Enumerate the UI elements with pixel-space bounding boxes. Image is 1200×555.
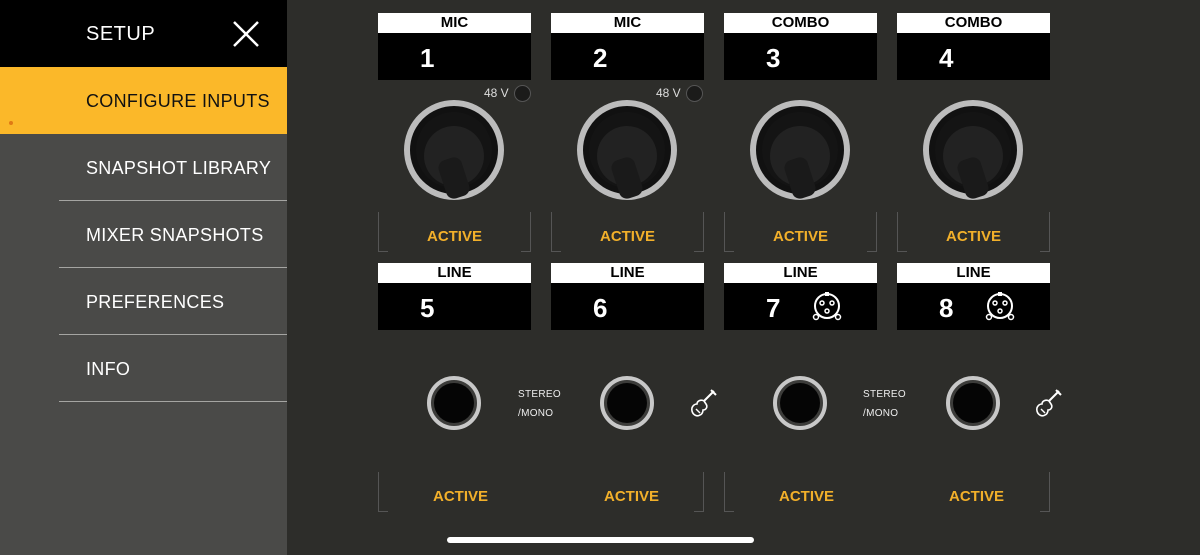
xlr-connector-icon bbox=[985, 292, 1015, 321]
sidebar-item-configure-inputs[interactable]: CONFIGURE INPUTS bbox=[0, 67, 287, 134]
mode-label-line2: /MONO bbox=[518, 408, 554, 419]
home-indicator[interactable] bbox=[447, 537, 754, 543]
selection-indicator bbox=[9, 121, 13, 125]
channel-number: 6 bbox=[593, 293, 608, 323]
channel-number-box: 1 bbox=[378, 33, 531, 80]
sidebar-item-label: PREFERENCES bbox=[86, 292, 225, 312]
frame-corner bbox=[378, 472, 388, 512]
sidebar-title: SETUP bbox=[86, 23, 156, 45]
status-text: ACTIVE bbox=[426, 228, 482, 245]
channel-card-8[interactable]: LINE 8 bbox=[897, 263, 1050, 330]
channel-number: 8 bbox=[939, 293, 954, 323]
line-jack-6[interactable] bbox=[599, 375, 655, 431]
channel-number-box: 6 bbox=[551, 283, 704, 330]
channel-card-3[interactable]: COMBO 3 bbox=[724, 13, 877, 80]
line-jack-8[interactable] bbox=[945, 375, 1001, 431]
channel-type-label: MIC bbox=[378, 13, 531, 33]
xlr-combo-connector-2[interactable] bbox=[575, 100, 679, 204]
sidebar-item-label: SNAPSHOT LIBRARY bbox=[86, 158, 272, 178]
channel-number-box: 3 bbox=[724, 33, 877, 80]
xlr-combo-connector-4[interactable] bbox=[921, 100, 1025, 204]
channel-card-6[interactable]: LINE 6 bbox=[551, 263, 704, 330]
xlr-connector-icon bbox=[812, 292, 842, 321]
sidebar-header: SETUP bbox=[0, 0, 287, 67]
phantom-power-toggle-2[interactable] bbox=[686, 85, 703, 102]
channel-card-1[interactable]: MIC 1 bbox=[378, 13, 531, 80]
channel-card-7[interactable]: LINE 7 bbox=[724, 263, 877, 330]
xlr-combo-connector-3[interactable] bbox=[748, 100, 852, 204]
inputs-panel: MIC 1 MIC 2 COMBO 3 COMBO 4 48 V 48 V AC… bbox=[287, 0, 1200, 555]
line-status-7[interactable]: ACTIVE bbox=[779, 488, 834, 505]
frame-corner bbox=[1040, 472, 1050, 512]
mode-label-line1: STEREO bbox=[863, 389, 906, 400]
sidebar-item-label: MIXER SNAPSHOTS bbox=[86, 225, 264, 245]
status-text: ACTIVE bbox=[772, 228, 828, 245]
line-status-8[interactable]: ACTIVE bbox=[949, 488, 1004, 505]
sidebar-item-label: CONFIGURE INPUTS bbox=[86, 91, 270, 111]
channel-type-label: LINE bbox=[897, 263, 1050, 283]
channel-number-box: 8 bbox=[897, 283, 1050, 330]
channel-type-label: COMBO bbox=[724, 13, 877, 33]
channel-status-2[interactable]: ACTIVE bbox=[551, 212, 704, 252]
channel-number: 2 bbox=[593, 43, 608, 73]
channel-type-label: LINE bbox=[551, 263, 704, 283]
line-status-group-1: ACTIVE ACTIVE bbox=[378, 472, 704, 512]
sidebar-item-mixer-snapshots[interactable]: MIXER SNAPSHOTS bbox=[0, 201, 287, 268]
guitar-icon[interactable] bbox=[687, 388, 719, 420]
frame-corner bbox=[724, 472, 734, 512]
channel-type-label: LINE bbox=[378, 263, 531, 283]
line-jack-5[interactable] bbox=[426, 375, 482, 431]
status-text: ACTIVE bbox=[945, 228, 1001, 245]
phantom-power-label: 48 V bbox=[656, 86, 681, 100]
divider bbox=[59, 401, 287, 402]
channel-type-label: MIC bbox=[551, 13, 704, 33]
channel-number-box: 2 bbox=[551, 33, 704, 80]
sidebar-item-snapshot-library[interactable]: SNAPSHOT LIBRARY bbox=[0, 134, 287, 201]
channel-status-4[interactable]: ACTIVE bbox=[897, 212, 1050, 252]
line-status-6[interactable]: ACTIVE bbox=[604, 488, 659, 505]
channel-number: 1 bbox=[420, 43, 435, 73]
guitar-icon[interactable] bbox=[1032, 388, 1064, 420]
close-icon[interactable] bbox=[228, 16, 264, 52]
channel-status-3[interactable]: ACTIVE bbox=[724, 212, 877, 252]
mode-label-line1: STEREO bbox=[518, 389, 561, 400]
stereo-mono-toggle-2[interactable]: STEREO /MONO bbox=[863, 385, 906, 423]
phantom-power-toggle-1[interactable] bbox=[514, 85, 531, 102]
mode-label-line2: /MONO bbox=[863, 408, 899, 419]
channel-number: 4 bbox=[939, 43, 954, 73]
channel-card-2[interactable]: MIC 2 bbox=[551, 13, 704, 80]
sidebar-item-preferences[interactable]: PREFERENCES bbox=[0, 268, 287, 335]
channel-number: 7 bbox=[766, 293, 781, 323]
sidebar-item-info[interactable]: INFO bbox=[0, 335, 287, 402]
sidebar-item-label: INFO bbox=[86, 359, 131, 379]
channel-number: 3 bbox=[766, 43, 781, 73]
channel-number-box: 5 bbox=[378, 283, 531, 330]
channel-number: 5 bbox=[420, 293, 435, 323]
line-status-group-2: ACTIVE ACTIVE bbox=[724, 472, 1050, 512]
line-status-5[interactable]: ACTIVE bbox=[433, 488, 488, 505]
channel-type-label: COMBO bbox=[897, 13, 1050, 33]
stereo-mono-toggle-1[interactable]: STEREO /MONO bbox=[518, 385, 561, 423]
phantom-power-label: 48 V bbox=[484, 86, 509, 100]
channel-card-4[interactable]: COMBO 4 bbox=[897, 13, 1050, 80]
frame-corner bbox=[694, 472, 704, 512]
channel-type-label: LINE bbox=[724, 263, 877, 283]
channel-status-1[interactable]: ACTIVE bbox=[378, 212, 531, 252]
line-jack-7[interactable] bbox=[772, 375, 828, 431]
channel-number-box: 7 bbox=[724, 283, 877, 330]
setup-sidebar: SETUP CONFIGURE INPUTS SNAPSHOT LIBRARY … bbox=[0, 0, 287, 555]
status-text: ACTIVE bbox=[599, 228, 655, 245]
channel-card-5[interactable]: LINE 5 bbox=[378, 263, 531, 330]
channel-number-box: 4 bbox=[897, 33, 1050, 80]
xlr-combo-connector-1[interactable] bbox=[402, 100, 506, 204]
